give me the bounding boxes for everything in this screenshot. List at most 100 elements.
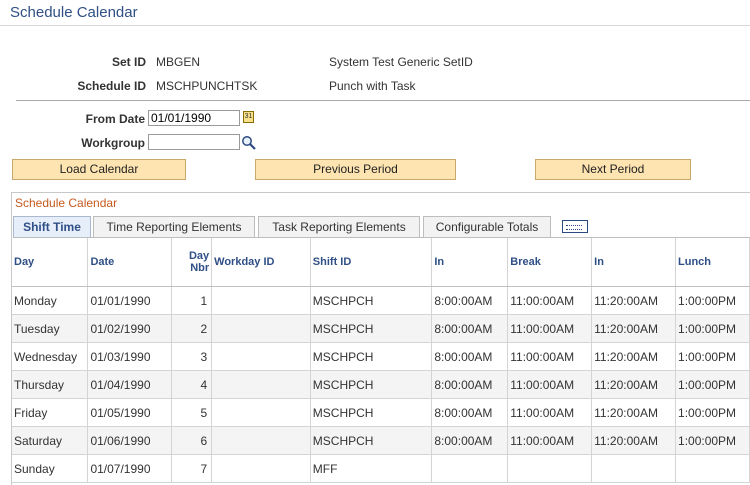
- table-cell: [211, 342, 311, 371]
- table-row: Friday 01/05/1990 5 MSCHPCH 8:00:00AM 11:00:0…: [12, 398, 750, 427]
- table-cell: Tuesday: [12, 314, 89, 343]
- tab-shift-time[interactable]: Shift Time: [13, 216, 91, 238]
- table-cell: Sunday: [12, 454, 89, 483]
- table-cell: Wednesday: [12, 342, 89, 371]
- page-title: Schedule Calendar: [10, 4, 138, 21]
- table-cell: 8:00:00AM: [431, 426, 509, 455]
- table-cell: [211, 398, 311, 427]
- col-header-date: Date: [87, 238, 173, 287]
- table-cell: Monday: [12, 286, 89, 315]
- header-divider: [16, 100, 750, 101]
- tab-configurable-totals[interactable]: Configurable Totals: [423, 216, 551, 237]
- table-cell: 11:00:00AM: [507, 370, 593, 399]
- table-cell: 11:20:00AM: [591, 370, 677, 399]
- table-cell: 1:00:00PM: [675, 342, 750, 371]
- col-header-shift-id: Shift ID: [310, 238, 433, 287]
- table-cell: 11:20:00AM: [591, 398, 677, 427]
- table-cell: 6: [171, 426, 213, 455]
- table-cell: [211, 454, 311, 483]
- table-cell: 11:00:00AM: [507, 342, 593, 371]
- table-cell: Saturday: [12, 426, 89, 455]
- table-cell: MSCHPCH: [310, 370, 433, 399]
- table-cell: 01/05/1990: [87, 398, 173, 427]
- table-cell: Thursday: [12, 370, 89, 399]
- table-cell: [675, 454, 750, 483]
- table-cell: 01/03/1990: [87, 342, 173, 371]
- lookup-search-icon[interactable]: [241, 135, 256, 150]
- calendar-icon[interactable]: 31: [243, 111, 254, 123]
- tab-task-reporting-elements[interactable]: Task Reporting Elements: [258, 216, 420, 237]
- table-cell: 1: [171, 286, 213, 315]
- table-cell: 1:00:00PM: [675, 426, 750, 455]
- table-cell: 1:00:00PM: [675, 286, 750, 315]
- table-cell: 01/07/1990: [87, 454, 173, 483]
- table-cell: [211, 286, 311, 315]
- setid-value: MBGEN: [156, 55, 201, 69]
- table-cell: MFF: [310, 454, 433, 483]
- table-cell: 01/01/1990: [87, 286, 173, 315]
- table-cell: 3: [171, 342, 213, 371]
- from-date-label: From Date: [85, 112, 145, 126]
- table-cell: Friday: [12, 398, 89, 427]
- schedule-id-description: Punch with Task: [329, 79, 416, 93]
- previous-period-button[interactable]: Previous Period: [255, 159, 456, 180]
- table-cell: 8:00:00AM: [431, 286, 509, 315]
- table-row: Monday 01/01/1990 1 MSCHPCH 8:00:00AM 11:00:0…: [12, 286, 750, 315]
- table-cell: [211, 314, 311, 343]
- workgroup-label: Workgroup: [81, 136, 145, 150]
- table-row: Sunday 01/07/1990 7 MFF: [12, 454, 750, 483]
- table-cell: 8:00:00AM: [431, 314, 509, 343]
- table-cell: 2: [171, 314, 213, 343]
- next-period-button[interactable]: Next Period: [535, 159, 691, 180]
- table-row: Tuesday 01/02/1990 2 MSCHPCH 8:00:00AM 11:00:…: [12, 314, 750, 343]
- from-date-input[interactable]: [148, 110, 240, 126]
- table-cell: 5: [171, 398, 213, 427]
- table-cell: 11:00:00AM: [507, 426, 593, 455]
- table-cell: [431, 454, 509, 483]
- schedule-id-value: MSCHPUNCHTSK: [156, 79, 258, 93]
- table-cell: 7: [171, 454, 213, 483]
- col-header-day: Day: [12, 238, 89, 287]
- table-cell: 11:00:00AM: [507, 314, 593, 343]
- workgroup-input[interactable]: [148, 134, 240, 150]
- setid-description: System Test Generic SetID: [329, 55, 473, 69]
- table-cell: 4: [171, 370, 213, 399]
- table-cell: 11:20:00AM: [591, 342, 677, 371]
- table-cell: 8:00:00AM: [431, 370, 509, 399]
- table-cell: 11:00:00AM: [507, 398, 593, 427]
- col-header-break: Break: [507, 238, 593, 287]
- table-cell: MSCHPCH: [310, 314, 433, 343]
- tab-time-reporting-elements[interactable]: Time Reporting Elements: [93, 216, 255, 237]
- col-header-day-nbr: Day Nbr: [171, 238, 213, 287]
- schedule-table: Day Date Day Nbr Workday ID Shift ID In B…: [12, 238, 750, 483]
- table-cell: [211, 370, 311, 399]
- table-cell: 11:00:00AM: [507, 286, 593, 315]
- col-header-in-2: In: [591, 238, 677, 287]
- table-row: Saturday 01/06/1990 6 MSCHPCH 8:00:00AM 11:00…: [12, 426, 750, 455]
- table-cell: [591, 454, 677, 483]
- table-cell: [507, 454, 593, 483]
- table-cell: 11:20:00AM: [591, 426, 677, 455]
- table-row: Wednesday 01/03/1990 3 MSCHPCH 8:00:00AM 11:0…: [12, 342, 750, 371]
- col-header-lunch: Lunch: [675, 238, 750, 287]
- setid-label: Set ID: [111, 55, 146, 69]
- col-header-workday-id: Workday ID: [211, 238, 311, 287]
- table-cell: 1:00:00PM: [675, 370, 750, 399]
- table-cell: MSCHPCH: [310, 286, 433, 315]
- col-header-in: In: [431, 238, 509, 287]
- table-cell: 8:00:00AM: [431, 342, 509, 371]
- grid-title: Schedule Calendar: [15, 196, 118, 210]
- table-cell: 1:00:00PM: [675, 398, 750, 427]
- table-cell: [211, 426, 311, 455]
- show-all-columns-icon[interactable]: [562, 220, 588, 233]
- schedule-id-label: Schedule ID: [77, 79, 146, 93]
- table-cell: MSCHPCH: [310, 342, 433, 371]
- table-cell: MSCHPCH: [310, 426, 433, 455]
- table-cell: 11:20:00AM: [591, 314, 677, 343]
- table-cell: MSCHPCH: [310, 398, 433, 427]
- table-row: Thursday 01/04/1990 4 MSCHPCH 8:00:00AM 11:00…: [12, 370, 750, 399]
- table-cell: 01/04/1990: [87, 370, 173, 399]
- table-cell: 11:20:00AM: [591, 286, 677, 315]
- load-calendar-button[interactable]: Load Calendar: [12, 159, 186, 180]
- table-cell: 01/06/1990: [87, 426, 173, 455]
